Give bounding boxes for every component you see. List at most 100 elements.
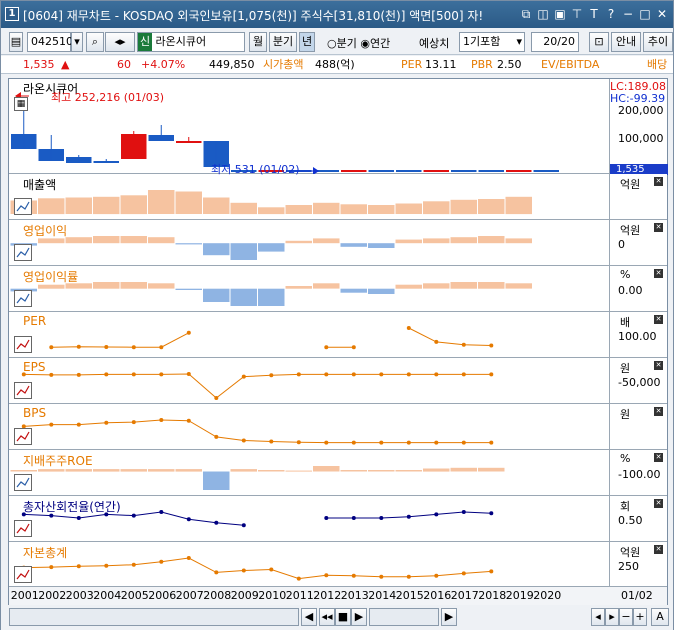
font-icon[interactable]: T (587, 6, 601, 22)
chart-type-icon[interactable] (14, 520, 32, 537)
chart-type-icon[interactable] (14, 566, 32, 583)
radio-year-label: 연간 (369, 37, 391, 50)
pin-icon[interactable]: ⊤ (570, 6, 584, 22)
close-icon[interactable]: ✕ (654, 269, 663, 278)
panel-8[interactable]: 총자산회전율(연간) (9, 496, 609, 542)
next-icon[interactable]: ▸ (605, 608, 619, 626)
point-2016 (434, 372, 439, 377)
unit-label: % (620, 268, 631, 281)
point-2014 (379, 440, 384, 445)
panel-axis: % ✕ 0.00 (609, 266, 667, 312)
stock-code-input[interactable]: 042510 (27, 32, 73, 52)
scrollbar-track[interactable] (9, 608, 299, 626)
per-value: 13.11 (425, 58, 457, 71)
chart-type-icon[interactable] (14, 336, 32, 353)
close-icon[interactable]: ✕ (654, 407, 663, 416)
forecast-select[interactable]: 1기포함 ▾ (459, 32, 525, 52)
maximize-icon[interactable]: □ (638, 6, 652, 22)
close-icon[interactable]: ✕ (654, 177, 663, 186)
close-icon[interactable]: ✕ (655, 6, 669, 22)
panel-9[interactable]: 자본총계 (9, 542, 609, 588)
link-icon[interactable]: ⧉ (519, 6, 533, 22)
scroll-left-icon[interactable]: ◀ (301, 608, 317, 626)
split-icon[interactable]: ◫ (536, 6, 550, 22)
chart-type-icon[interactable] (14, 474, 32, 491)
point-2013 (351, 345, 356, 350)
yearly-button[interactable]: 년 (299, 32, 315, 52)
panel-1[interactable]: 매출액 (9, 174, 609, 220)
panel-3[interactable]: 영업이익률 (9, 266, 609, 312)
series-line (23, 373, 492, 399)
stock-name-field[interactable]: 신 라온시큐어 (137, 32, 245, 52)
point-2015 (406, 514, 411, 519)
panel-plot (21, 556, 494, 581)
bar-2017 (450, 199, 477, 215)
bar-2004 (93, 196, 120, 215)
panel-7[interactable]: 지배주주ROE (9, 450, 609, 496)
bar-2017 (450, 237, 477, 244)
year-label: 2017 (450, 589, 479, 602)
add-trend-button[interactable]: 추이 (643, 32, 673, 52)
sound-icon[interactable]: ◂▸ (105, 32, 135, 52)
chart-type-icon[interactable] (14, 244, 32, 261)
close-icon[interactable]: ✕ (654, 223, 663, 232)
panel-axis: 배 ✕ 100.00 (609, 312, 667, 358)
close-icon[interactable]: ✕ (654, 499, 663, 508)
menu-icon[interactable]: ▤ (9, 32, 23, 52)
radio-year[interactable]: ◉ (360, 37, 370, 50)
point-2010 (269, 439, 274, 444)
panel-6[interactable]: BPS (9, 404, 609, 450)
minimize-icon[interactable]: − (621, 6, 635, 22)
candle-2013 (341, 170, 367, 172)
bar-2006 (148, 237, 175, 244)
bar-2018 (478, 282, 505, 289)
close-icon[interactable]: ✕ (654, 361, 663, 370)
code-dropdown-icon[interactable]: ▾ (71, 32, 83, 52)
point-2018 (489, 372, 494, 377)
bar-2007 (175, 288, 202, 290)
point-2012 (324, 516, 329, 520)
point-2006 (159, 372, 164, 377)
bar-2003 (65, 197, 92, 214)
point-2015 (406, 574, 411, 579)
chart-type-icon[interactable] (14, 382, 32, 399)
zoom-slider[interactable] (369, 608, 439, 626)
point-2004 (104, 563, 109, 568)
prev-icon[interactable]: ◂ (591, 608, 605, 626)
play-icon[interactable]: ▶ (351, 608, 367, 626)
zoom-out-icon[interactable]: − (619, 608, 633, 626)
close-icon[interactable]: ✕ (654, 453, 663, 462)
chart-area[interactable]: 라온시큐어 ▦ 최고 252,216 (01/03) 최저 531 (01/02… (8, 78, 668, 605)
grid-icon[interactable]: ▦ (14, 97, 28, 111)
point-2005 (131, 420, 136, 425)
close-icon[interactable]: ✕ (654, 315, 663, 324)
close-icon[interactable]: ✕ (654, 545, 663, 554)
chart-type-icon[interactable] (14, 198, 32, 215)
stop-icon[interactable]: ■ (335, 608, 351, 626)
panel-4[interactable]: PER (9, 312, 609, 358)
radio-quarter[interactable]: ○ (327, 37, 337, 50)
panel-2[interactable]: 영업이익 (9, 220, 609, 266)
quarterly-button[interactable]: 분기 (269, 32, 297, 52)
point-2018 (489, 569, 494, 574)
guide-button[interactable]: 안내 (611, 32, 641, 52)
rewind-icon[interactable]: ◂◂ (319, 608, 335, 626)
font-size-icon[interactable]: A (651, 608, 669, 626)
bottom-bar: ◀ ◂◂ ■ ▶ ▶ ◂ ▸ − + A (1, 606, 673, 630)
help-icon[interactable]: ? (604, 6, 618, 22)
bar-2011 (285, 240, 312, 244)
page-input[interactable]: 20/20 (531, 32, 579, 52)
window-icon[interactable]: ▣ (553, 6, 567, 22)
scroll-right-icon[interactable]: ▶ (441, 608, 457, 626)
zoom-in-icon[interactable]: + (633, 608, 647, 626)
panel-5[interactable]: EPS (9, 358, 609, 404)
monthly-button[interactable]: 월 (249, 32, 267, 52)
price-panel[interactable]: 라온시큐어 ▦ 최고 252,216 (01/03) 최저 531 (01/02… (9, 79, 609, 176)
bar-2008 (203, 471, 230, 490)
chevron-down-icon: ▾ (516, 35, 522, 48)
zoom-icon[interactable]: ⊡ (589, 32, 609, 52)
chart-type-icon[interactable] (14, 290, 32, 307)
chart-type-icon[interactable] (14, 428, 32, 445)
search-icon[interactable]: ⌕ (86, 32, 104, 52)
change-value: 60 (117, 58, 131, 71)
